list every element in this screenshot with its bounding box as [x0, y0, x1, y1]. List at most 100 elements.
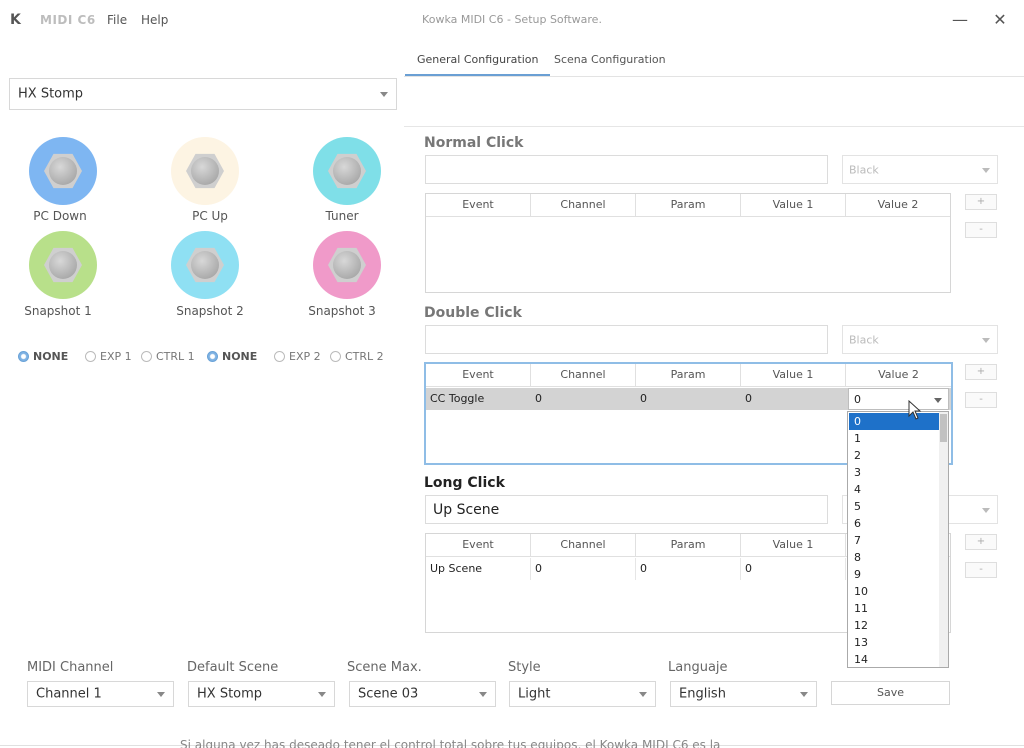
chevron-down-icon	[380, 92, 388, 97]
tab-scena-configuration[interactable]: Scena Configuration	[542, 46, 678, 74]
chevron-down-icon	[982, 337, 990, 343]
footswitch-label: Snapshot 2	[176, 304, 244, 318]
footswitch-knob-icon	[49, 157, 77, 185]
long-click-heading: Long Click	[424, 475, 505, 491]
footswitch-label: PC Up	[192, 209, 228, 223]
value2-combo-value: 0	[854, 393, 861, 406]
normal-remove-button[interactable]: -	[965, 222, 997, 238]
window-title: Kowka MIDI C6 - Setup Software.	[422, 13, 602, 26]
language-select[interactable]: English	[670, 681, 817, 707]
footswitch-pc-up[interactable]	[171, 137, 239, 205]
footswitch-snapshot-2[interactable]	[171, 231, 239, 299]
normal-add-button[interactable]: +	[965, 194, 997, 210]
midi-channel-label: MIDI Channel	[27, 660, 114, 675]
device-select[interactable]: HX Stomp	[9, 78, 397, 110]
section-divider	[404, 126, 1024, 127]
dropdown-option[interactable]: 8	[849, 549, 939, 566]
table-header: Event Channel Param Value 1 Value 2	[426, 194, 950, 217]
footswitch-label: Tuner	[325, 209, 359, 223]
background-page-text: Si alguna vez has deseado tener el contr…	[180, 738, 721, 748]
style-label: Style	[508, 660, 541, 675]
dropdown-option[interactable]: 9	[849, 566, 939, 583]
radio-unchecked-icon	[330, 351, 341, 362]
dropdown-option[interactable]: 13	[849, 634, 939, 651]
chevron-down-icon	[800, 692, 808, 697]
dropdown-option[interactable]: 5	[849, 498, 939, 515]
close-button[interactable]: ✕	[984, 8, 1016, 32]
chevron-down-icon	[982, 507, 990, 513]
footswitch-knob-icon	[49, 251, 77, 279]
tab-divider	[404, 76, 1024, 77]
footswitch-tuner[interactable]	[313, 137, 381, 205]
dropdown-option[interactable]: 2	[849, 447, 939, 464]
footswitch-knob-icon	[191, 251, 219, 279]
mouse-cursor-icon	[908, 400, 922, 420]
long-remove-button[interactable]: -	[965, 562, 997, 578]
dropdown-option[interactable]: 6	[849, 515, 939, 532]
chevron-down-icon	[934, 398, 942, 403]
radio-unchecked-icon	[141, 351, 152, 362]
dropdown-option[interactable]: 14	[849, 651, 939, 667]
dropdown-option[interactable]: 1	[849, 430, 939, 447]
radio-checked-icon	[207, 351, 218, 362]
language-label: Languaje	[668, 660, 728, 675]
default-scene-select[interactable]: HX Stomp	[188, 681, 335, 707]
value2-combo[interactable]: 0	[848, 388, 949, 410]
dropdown-option[interactable]: 12	[849, 617, 939, 634]
normal-click-heading: Normal Click	[424, 135, 524, 151]
value2-dropdown-list[interactable]: 0 1 2 3 4 5 6 7 8 9 10 11 12 13 14	[847, 411, 949, 668]
radio-exp-1[interactable]: EXP 1	[85, 350, 132, 364]
footswitch-snapshot-3[interactable]	[313, 231, 381, 299]
radio-exp-2[interactable]: EXP 2	[274, 350, 321, 364]
tab-general-configuration[interactable]: General Configuration	[405, 46, 551, 76]
footswitch-knob-icon	[333, 251, 361, 279]
radio-checked-icon	[18, 351, 29, 362]
chevron-down-icon	[318, 692, 326, 697]
radio-none-1[interactable]: NONE	[18, 350, 68, 364]
minimize-button[interactable]: —	[944, 8, 976, 32]
default-scene-label: Default Scene	[187, 660, 279, 675]
footswitch-label: Snapshot 1	[24, 304, 92, 318]
dropdown-option[interactable]: 0	[849, 413, 939, 430]
double-add-button[interactable]: +	[965, 364, 997, 380]
double-click-color-select[interactable]: Black	[842, 325, 998, 354]
scene-max-label: Scene Max.	[347, 660, 422, 675]
double-click-heading: Double Click	[424, 305, 522, 321]
dropdown-option[interactable]: 4	[849, 481, 939, 498]
scene-max-select[interactable]: Scene 03	[349, 681, 496, 707]
save-button[interactable]: Save	[831, 681, 950, 705]
radio-unchecked-icon	[274, 351, 285, 362]
normal-click-color-select[interactable]: Black	[842, 155, 998, 184]
footswitch-label: PC Down	[33, 209, 87, 223]
normal-click-name-input[interactable]	[425, 155, 828, 184]
table-header: Event Channel Param Value 1 Value 2	[426, 364, 951, 387]
long-click-name-input[interactable]: Up Scene	[425, 495, 828, 524]
footswitch-label: Snapshot 3	[308, 304, 376, 318]
double-remove-button[interactable]: -	[965, 392, 997, 408]
radio-ctrl-1[interactable]: CTRL 1	[141, 350, 195, 364]
dropdown-scrollbar[interactable]	[939, 412, 948, 667]
chevron-down-icon	[639, 692, 647, 697]
device-select-value: HX Stomp	[18, 86, 84, 102]
chevron-down-icon	[982, 167, 990, 173]
dropdown-option[interactable]: 11	[849, 600, 939, 617]
normal-click-table[interactable]: Event Channel Param Value 1 Value 2	[425, 193, 951, 293]
footswitch-snapshot-1[interactable]	[29, 231, 97, 299]
double-click-name-input[interactable]	[425, 325, 828, 354]
footswitch-knob-icon	[191, 157, 219, 185]
chevron-down-icon	[479, 692, 487, 697]
long-add-button[interactable]: +	[965, 534, 997, 550]
radio-unchecked-icon	[85, 351, 96, 362]
dropdown-option[interactable]: 3	[849, 464, 939, 481]
midi-channel-select[interactable]: Channel 1	[27, 681, 174, 707]
dropdown-option[interactable]: 7	[849, 532, 939, 549]
footswitch-knob-icon	[333, 157, 361, 185]
dropdown-option[interactable]: 10	[849, 583, 939, 600]
style-select[interactable]: Light	[509, 681, 656, 707]
chevron-down-icon	[157, 692, 165, 697]
footswitch-pc-down[interactable]	[29, 137, 97, 205]
radio-ctrl-2[interactable]: CTRL 2	[330, 350, 384, 364]
long-click-name-value: Up Scene	[433, 501, 500, 518]
scrollbar-thumb[interactable]	[940, 414, 947, 442]
radio-none-2[interactable]: NONE	[207, 350, 257, 364]
